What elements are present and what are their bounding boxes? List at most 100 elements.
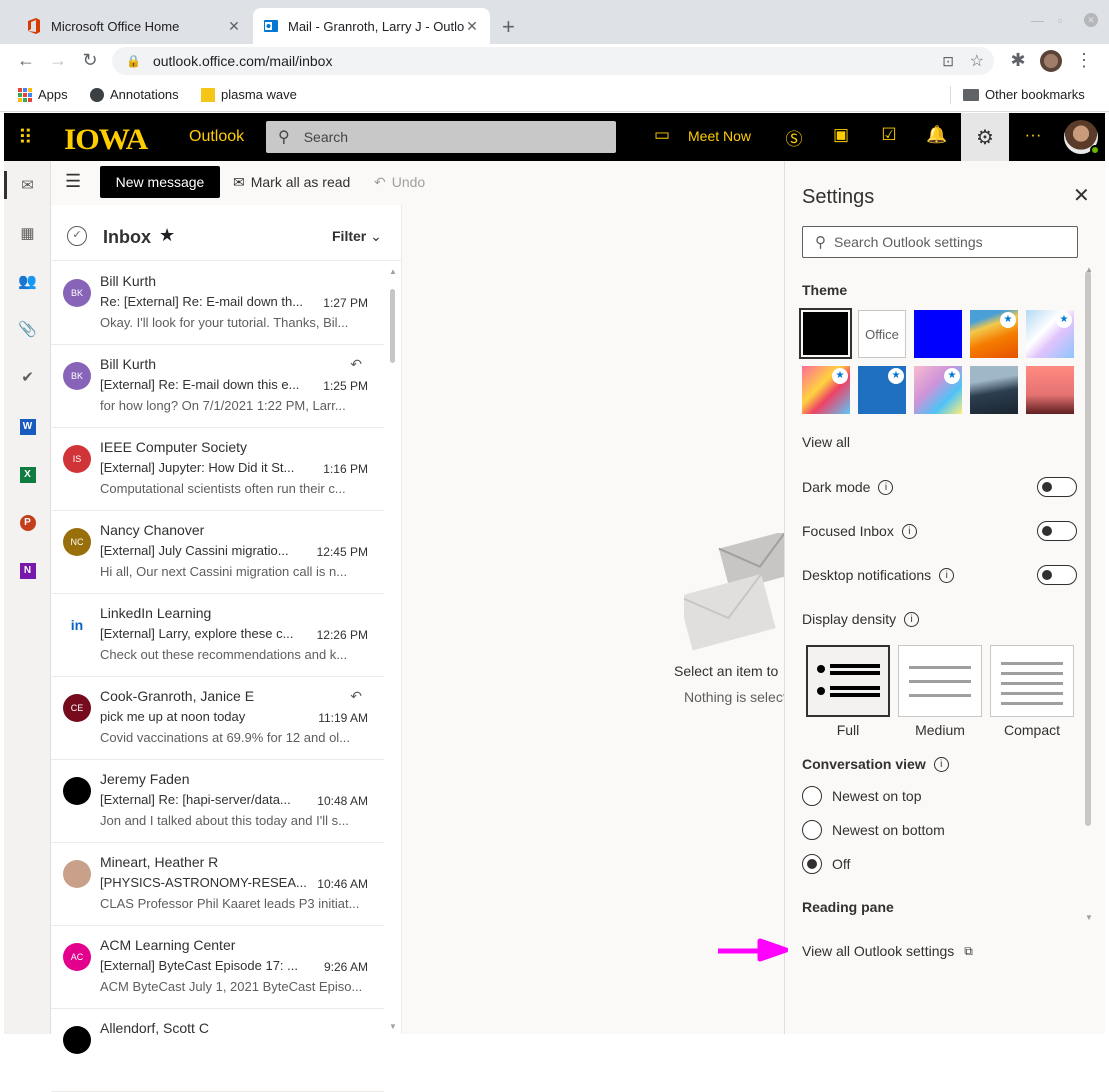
message-row[interactable]: BK Bill Kurth [External] Re: E-mail down t… [51,345,384,428]
onenote-icon[interactable]: N [4,560,51,579]
todo-check-icon[interactable]: ✔ [4,368,51,386]
chrome-menu-icon[interactable]: ⋮ [1072,50,1096,71]
desktop-notifications-toggle[interactable] [1037,565,1077,585]
select-all-icon[interactable]: ✓ [67,226,87,246]
info-icon[interactable]: i [933,756,949,772]
sender-avatar [63,1026,91,1054]
message-row[interactable]: Mineart, Heather R [PHYSICS-ASTRONOMY-RES… [51,843,384,926]
word-icon[interactable]: W [4,416,51,435]
app-name[interactable]: Outlook [189,128,244,146]
message-row[interactable]: CE Cook-Granroth, Janice E pick me up at n… [51,677,384,760]
tab-outlook-mail[interactable]: Mail - Granroth, Larry J - Outlo ✕ [253,8,490,44]
theme-sunset[interactable]: ★ [970,310,1018,358]
hamburger-icon[interactable]: ☰ [65,171,81,192]
back-icon[interactable]: ← [14,50,38,71]
meet-now-button[interactable]: Meet Now [688,128,751,144]
filter-button[interactable]: Filter ⌄ [332,228,382,245]
scroll-up-icon[interactable]: ▲ [1085,265,1093,274]
message-row[interactable]: BK Bill Kurth Re: [External] Re: E-mail do… [51,262,384,345]
bookmark-plasma-wave[interactable]: plasma wave [201,87,297,102]
density-full[interactable] [806,645,890,717]
message-subject: [External] ByteCast Episode 17: ... [100,958,298,973]
people-icon[interactable]: 👥 [4,272,51,290]
theme-blue[interactable] [914,310,962,358]
message-row[interactable]: Jeremy Faden [External] Re: [hapi-server/… [51,760,384,843]
attachment-icon[interactable]: 📎 [4,320,51,338]
empty-state-title: Select an item to [674,663,779,679]
radio-newest-on-bottom[interactable]: Newest on bottom [802,820,945,840]
bell-icon[interactable]: 🔔 [923,125,951,145]
extensions-icon[interactable]: ✱ [1006,50,1030,71]
bookmark-other[interactable]: Other bookmarks [963,87,1085,102]
theme-palms[interactable] [1026,366,1074,414]
lock-icon: 🔒 [126,54,141,68]
close-icon[interactable]: ✕ [1073,183,1090,208]
app-launcher-icon[interactable]: ⠿ [18,125,33,150]
iowa-logo[interactable]: IOWA [64,123,148,157]
message-preview: Jon and I talked about this today and I'… [100,813,349,828]
forward-icon[interactable]: → [46,50,70,71]
info-icon[interactable]: i [878,479,894,495]
excel-icon[interactable]: X [4,464,51,483]
skype-icon[interactable]: Ⓢ [780,125,808,150]
view-all-settings-link[interactable]: View all Outlook settings ⧉ [802,943,973,959]
window-close-icon[interactable]: ✕ [1084,13,1098,27]
theme-colorful[interactable]: ★ [802,366,850,414]
info-icon[interactable]: i [939,567,955,583]
message-row[interactable]: AC ACM Learning Center [External] ByteCast… [51,926,384,1009]
message-row[interactable]: NC Nancy Chanover [External] July Cassini … [51,511,384,594]
todo-icon[interactable]: ☑ [875,125,903,145]
minimize-icon[interactable]: — [1031,13,1044,28]
radio-off[interactable]: Off [802,854,850,874]
theme-office[interactable]: Office [858,310,906,358]
more-icon[interactable]: ··· [1019,125,1047,145]
view-all-themes-link[interactable]: View all [802,434,850,450]
powerpoint-icon[interactable]: P [4,512,51,531]
info-icon[interactable]: i [904,611,920,627]
focused-inbox-toggle[interactable] [1037,521,1077,541]
radio-newest-on-top[interactable]: Newest on top [802,786,922,806]
close-icon[interactable]: ✕ [226,18,242,35]
search-icon: ⚲ [278,129,290,146]
message-row[interactable]: Allendorf, Scott C [51,1009,384,1092]
bookmark-annotations[interactable]: Annotations [90,87,179,102]
profile-avatar[interactable] [1040,50,1062,72]
close-icon[interactable]: ✕ [464,18,480,35]
mark-all-read-button[interactable]: ✉ Mark all as read [233,174,350,191]
search-input[interactable]: ⚲ Search [266,121,616,153]
new-message-button[interactable]: New message [100,166,220,198]
bookmark-star-icon[interactable]: ☆ [970,51,984,71]
dark-mode-toggle[interactable] [1037,477,1077,497]
calendar-icon[interactable]: ▦ [4,224,51,242]
mail-icon[interactable]: ✉ [4,176,51,194]
office-feed-icon[interactable]: ▣ [827,125,855,145]
density-compact[interactable] [990,645,1074,717]
theme-pattern[interactable]: ★ [914,366,962,414]
settings-title: Settings [802,186,875,208]
info-icon[interactable]: i [901,523,917,539]
density-medium[interactable] [898,645,982,717]
list-scroll-thumb[interactable] [390,289,395,363]
video-icon[interactable]: ▭ [648,125,676,145]
globe-icon [90,87,104,102]
tab-office-home[interactable]: Microsoft Office Home ✕ [16,8,252,44]
bookmark-apps[interactable]: Apps [18,87,68,102]
message-row[interactable]: in LinkedIn Learning [External] Larry, exp… [51,594,384,677]
install-icon[interactable]: ⊡ [942,53,954,70]
theme-circuit[interactable]: ★ [858,366,906,414]
maximize-icon[interactable]: ▫ [1058,13,1063,28]
theme-black[interactable] [799,308,852,359]
settings-gear-icon[interactable]: ⚙ [961,113,1009,161]
undo-button[interactable]: ↶ Undo [374,174,425,191]
message-row[interactable]: IS IEEE Computer Society [External] Jupyte… [51,428,384,511]
theme-mountain[interactable] [970,366,1018,414]
scroll-down-icon[interactable]: ▼ [1085,913,1093,922]
reload-icon[interactable]: ↻ [78,50,102,71]
list-scrollbar[interactable]: ▲ ▼ [388,267,397,1032]
settings-scroll-thumb[interactable] [1085,271,1091,826]
settings-search-input[interactable]: ⚲ Search Outlook settings [802,226,1078,258]
new-tab-icon[interactable]: + [502,14,515,40]
address-bar[interactable]: 🔒 outlook.office.com/mail/inbox ⊡ ☆ [112,47,994,75]
favorite-star-icon[interactable]: ★ [159,225,175,246]
theme-abstract[interactable]: ★ [1026,310,1074,358]
